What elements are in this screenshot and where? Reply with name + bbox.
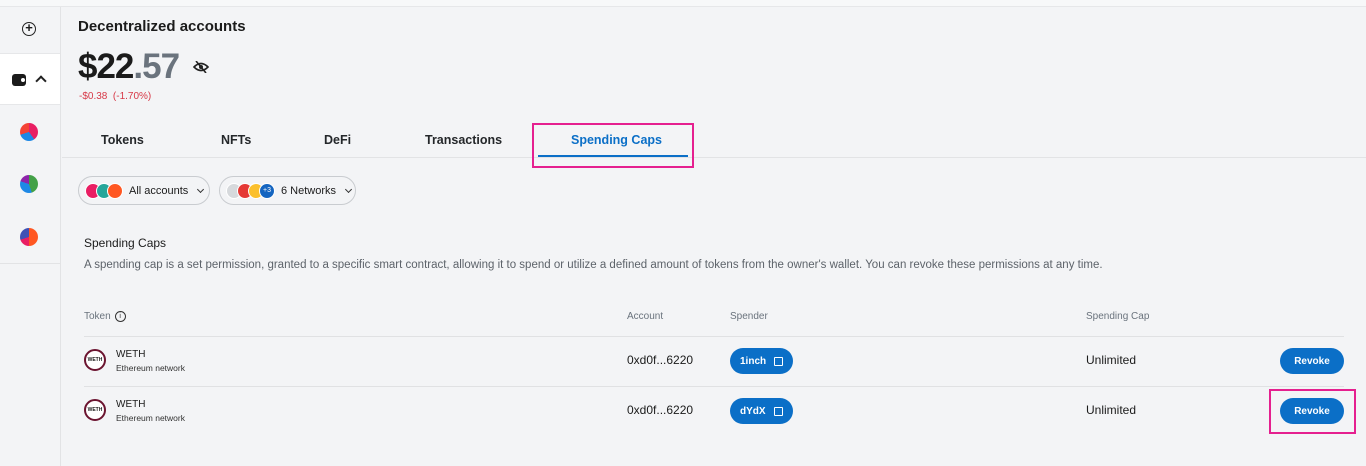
highlight-box [1269,389,1356,434]
spender-link[interactable]: 1inch [730,348,794,374]
balance-int: $22 [78,47,134,86]
networks-filter[interactable]: +3 6 Networks [219,176,356,205]
highlight-box [532,123,694,168]
header-spender: Spender [730,311,768,322]
spender-label: dYdX [740,405,766,417]
header-token: Token i [84,311,126,322]
token-network: Ethereum network [116,413,185,423]
account-avatar[interactable] [20,175,38,193]
header-spending-cap: Spending Cap [1086,311,1150,322]
account-address: 0xd0f...6220 [627,403,694,417]
eye-slash-icon[interactable] [193,61,209,73]
spending-cap-value: Unlimited [1086,353,1137,367]
tab-nfts[interactable]: NFTs [221,133,251,147]
token-name: WETH [116,399,146,410]
section-description: A spending cap is a set permission, gran… [84,259,1103,271]
balance-dec: .57 [133,47,180,86]
external-link-icon [774,356,784,366]
divider [84,336,1344,337]
networks-filter-label: 6 Networks [281,184,337,197]
tab-bar: Tokens NFTs DeFi Transactions Spending C… [62,122,1366,158]
wallet-group-toggle[interactable] [0,53,60,105]
account-dot [107,182,123,199]
external-link-icon [773,406,783,416]
balance-change: -$0.38 (-1.70%) [79,91,152,102]
account-address: 0xd0f...6220 [627,353,694,367]
main: Decentralized accounts $22.57 -$0.38 (-1… [62,7,1366,466]
tab-tokens[interactable]: Tokens [101,133,144,147]
weth-icon: WETH [84,399,106,421]
wallet-icon [12,74,26,86]
tab-defi[interactable]: DeFi [324,133,351,147]
page-title: Decentralized accounts [78,18,246,35]
account-avatar[interactable] [20,228,38,246]
accounts-filter[interactable]: All accounts [78,176,210,205]
spender-label: 1inch [740,355,767,367]
top-strip [0,0,1366,7]
chevron-down-icon [344,185,353,193]
spending-cap-value: Unlimited [1086,403,1137,417]
tab-transactions[interactable]: Transactions [425,133,502,147]
networks-count-badge: +3 [259,182,275,199]
divider [84,386,1344,387]
token-network: Ethereum network [116,363,185,373]
info-icon[interactable]: i [114,311,126,322]
divider [0,263,60,264]
sidebar: + [0,7,61,466]
revoke-button[interactable]: Revoke [1280,348,1344,374]
chevron-up-icon [35,75,47,87]
account-avatar[interactable] [20,123,38,141]
section-title: Spending Caps [84,236,167,250]
spender-link[interactable]: dYdX [730,398,793,424]
add-icon[interactable]: + [22,21,36,36]
header-account: Account [627,311,664,322]
token-name: WETH [116,349,146,360]
weth-icon: WETH [84,349,106,371]
balance: $22.57 [78,47,180,87]
accounts-filter-label: All accounts [129,184,189,197]
header-token-label: Token [84,311,111,322]
chevron-down-icon [197,185,205,193]
